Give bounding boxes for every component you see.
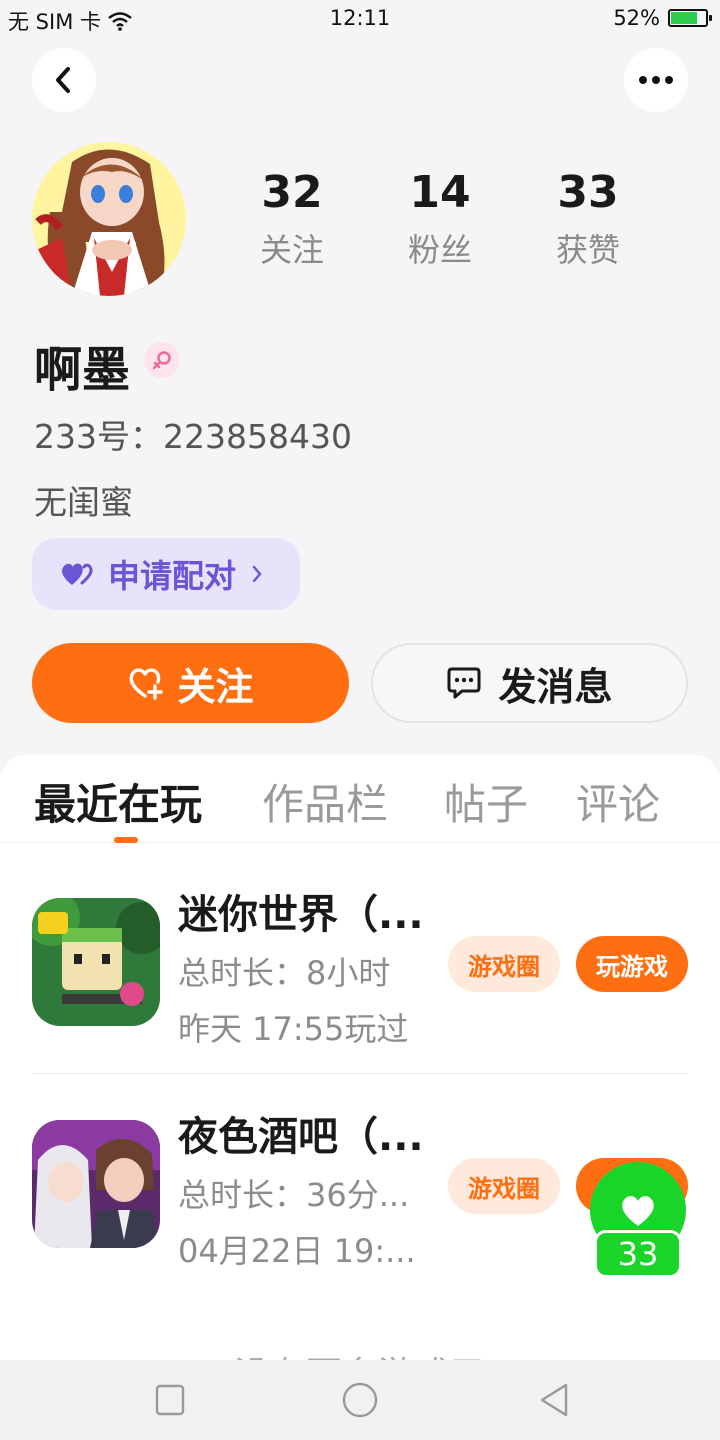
game-circle-button[interactable]: 游戏圈 bbox=[448, 1158, 560, 1214]
row-divider bbox=[32, 1073, 688, 1074]
status-bar: 无 SIM 卡 12:11 52% bbox=[0, 0, 720, 40]
heart-plus-icon bbox=[130, 668, 164, 700]
follow-button[interactable]: 关注 bbox=[32, 643, 349, 723]
apply-pair-label: 申请配对 bbox=[108, 557, 237, 595]
tab-posts[interactable]: 帖子 bbox=[444, 771, 528, 832]
game-circle-button[interactable]: 游戏圈 bbox=[448, 936, 560, 992]
recent-apps-icon[interactable] bbox=[155, 1384, 185, 1416]
game-icon-night-bar[interactable] bbox=[32, 1120, 160, 1248]
play-game-button[interactable]: 玩游戏 bbox=[576, 936, 688, 992]
tab-indicator bbox=[114, 837, 138, 843]
game-title: 迷你世界（... bbox=[178, 892, 424, 938]
stat-following-label: 关注 bbox=[259, 231, 324, 269]
game-row[interactable]: 迷你世界（... 总时长：8小时 昨天 17:55玩过 游戏圈 玩游戏 bbox=[32, 880, 688, 1060]
back-nav-icon[interactable] bbox=[538, 1382, 570, 1418]
game-title: 夜色酒吧（... bbox=[178, 1114, 424, 1160]
floating-like-count: 33 bbox=[594, 1230, 682, 1278]
tab-comments[interactable]: 评论 bbox=[576, 771, 660, 832]
avatar[interactable] bbox=[32, 142, 186, 296]
user-id: 233号：223858430 bbox=[34, 417, 352, 456]
battery-icon bbox=[668, 9, 712, 27]
stat-following-value: 32 bbox=[261, 167, 323, 218]
stat-followers-value: 14 bbox=[409, 167, 471, 218]
follow-label: 关注 bbox=[177, 664, 254, 709]
apply-pair-button[interactable]: 申请配对 bbox=[32, 538, 300, 610]
more-button[interactable] bbox=[624, 48, 688, 112]
status-right: 52% bbox=[613, 6, 712, 30]
game-duration: 总时长：8小时 bbox=[178, 954, 391, 992]
nickname: 啊墨 bbox=[34, 342, 131, 398]
female-icon bbox=[144, 342, 180, 378]
game-duration: 总时长：36分... bbox=[178, 1176, 410, 1214]
home-icon[interactable] bbox=[342, 1382, 378, 1418]
double-heart-icon bbox=[62, 563, 93, 585]
back-button[interactable] bbox=[32, 48, 96, 112]
more-dots-icon bbox=[639, 76, 673, 84]
stat-followers-label: 粉丝 bbox=[407, 231, 472, 269]
chevron-left-icon bbox=[56, 67, 70, 93]
clock: 12:11 bbox=[329, 6, 391, 30]
system-nav-bar bbox=[0, 1360, 720, 1440]
anime-girl-avatar bbox=[32, 142, 186, 296]
stat-followers[interactable]: 14 粉丝 bbox=[380, 166, 500, 272]
stat-likes-value: 33 bbox=[557, 167, 619, 218]
stat-following[interactable]: 32 关注 bbox=[232, 166, 352, 272]
bff-status: 无闺蜜 bbox=[34, 483, 133, 522]
heart-icon bbox=[622, 1195, 654, 1226]
send-message-label: 发消息 bbox=[498, 664, 613, 709]
stat-likes[interactable]: 33 获赞 bbox=[528, 166, 648, 272]
tab-bar: 最近在玩 作品栏 帖子 评论 bbox=[0, 755, 720, 843]
stat-likes-label: 获赞 bbox=[555, 231, 620, 269]
game-last-played: 昨天 17:55玩过 bbox=[178, 1010, 409, 1048]
game-icon-mini-world[interactable] bbox=[32, 898, 160, 1026]
send-message-button[interactable]: 发消息 bbox=[371, 643, 688, 723]
chat-bubble-icon bbox=[447, 667, 481, 699]
game-last-played: 04月22日 19:... bbox=[178, 1232, 416, 1270]
battery-percent: 52% bbox=[613, 6, 660, 30]
game-row[interactable]: 夜色酒吧（... 总时长：36分... 04月22日 19:... 游戏圈 bbox=[32, 1102, 688, 1282]
tab-recently-played[interactable]: 最近在玩 bbox=[34, 771, 202, 832]
chevron-right-icon bbox=[252, 565, 262, 583]
content-panel: 最近在玩 作品栏 帖子 评论 bbox=[0, 755, 720, 1440]
tab-works[interactable]: 作品栏 bbox=[262, 771, 388, 832]
